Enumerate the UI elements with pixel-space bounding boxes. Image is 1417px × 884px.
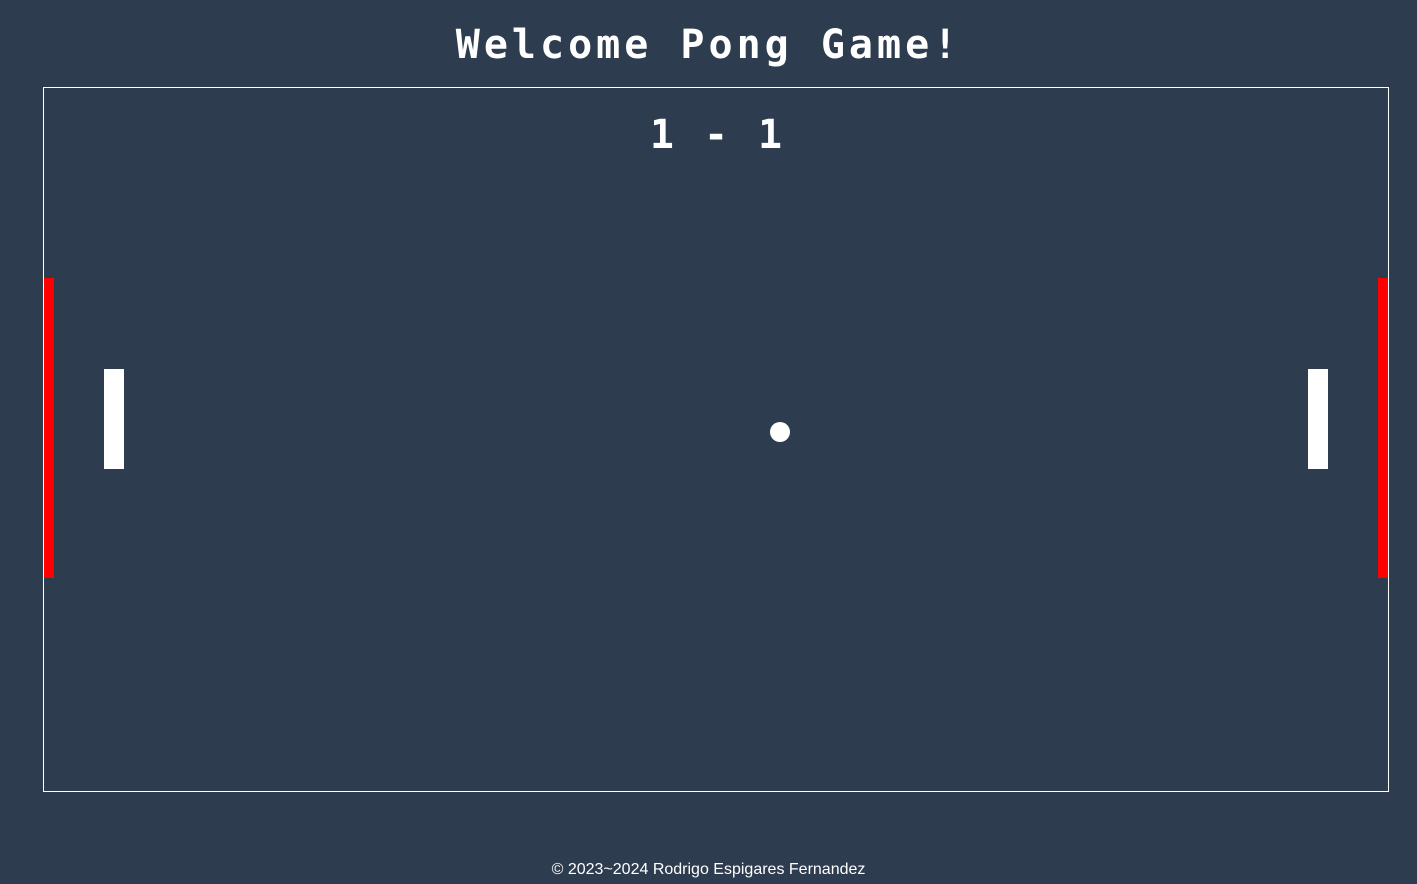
right-score: 1 [758,112,783,158]
copyright-footer: © 2023~2024 Rodrigo Espigares Fernandez [551,861,866,878]
scoreboard: 1-1 [44,110,1388,160]
ball [770,422,790,442]
score-separator: - [703,112,729,158]
left-score: 1 [649,112,674,158]
right-goal [1378,278,1388,578]
left-goal [44,278,54,578]
left-paddle[interactable] [104,369,124,469]
right-paddle[interactable] [1308,369,1328,469]
page-title: Welcome Pong Game! [455,22,962,68]
game-field[interactable]: 1-1 [43,87,1389,792]
